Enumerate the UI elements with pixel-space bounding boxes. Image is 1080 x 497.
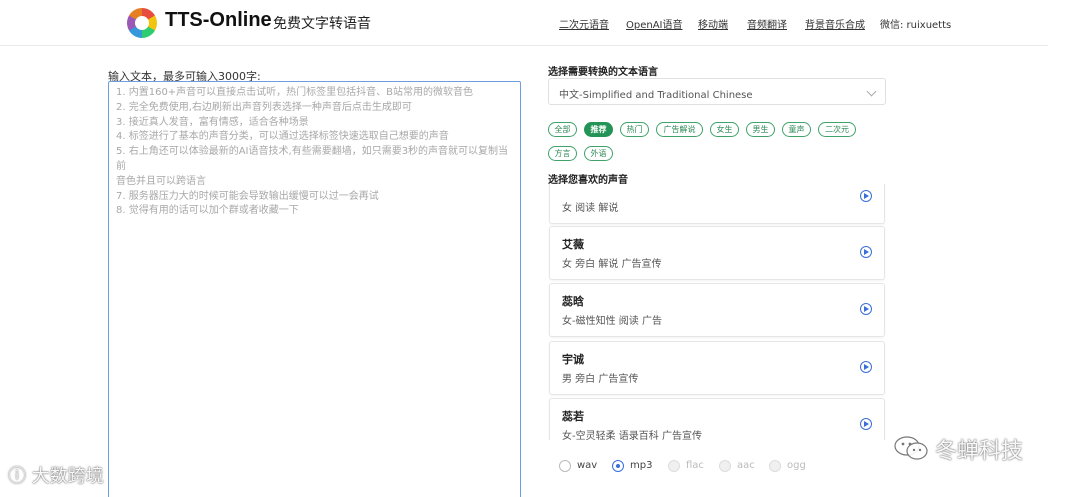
voice-name: 宇诚 xyxy=(562,353,584,366)
nav-mobile[interactable]: 移动端 xyxy=(698,16,728,31)
play-icon[interactable] xyxy=(860,361,872,373)
format-mp3-radio[interactable] xyxy=(612,460,624,472)
language-select[interactable]: 中文-Simplified and Traditional Chinese xyxy=(548,78,886,105)
tag-dialect[interactable]: 方言 xyxy=(548,146,577,161)
language-selected-value: 中文-Simplified and Traditional Chinese xyxy=(559,90,753,101)
placeholder-line: 2. 完全免费使用,右边刷新出声音列表选择一种声音后点击生成即可 xyxy=(116,101,412,113)
voice-name: 蕊若 xyxy=(562,410,584,423)
voice-card[interactable]: 宇诚 男 旁白 广告宣传 xyxy=(549,341,885,395)
voice-desc: 男 旁白 广告宣传 xyxy=(562,374,639,385)
wechat-icon xyxy=(894,436,928,460)
placeholder-line: 音色并且可以跨语言 xyxy=(116,175,206,187)
wechat-contact: 微信: ruixuetts xyxy=(880,20,952,31)
placeholder-line: 1. 内置160+声音可以直接点击试听，热门标签里包括抖音、B站常用的微软音色 xyxy=(116,87,474,98)
format-mp3-label[interactable]: mp3 xyxy=(630,460,652,471)
tag-male[interactable]: 男生 xyxy=(746,122,775,137)
voice-desc: 女-空灵轻柔 语录百科 广告宣传 xyxy=(562,431,702,440)
voice-card[interactable]: 蕊晗 女-磁性知性 阅读 广告 xyxy=(549,283,885,337)
voice-desc: 女 阅读 解说 xyxy=(562,203,619,214)
watermark-left: ⓘ 大数跨境 xyxy=(8,462,104,488)
nav-openai-voice[interactable]: OpenAI语音 xyxy=(626,16,683,31)
text-input-area[interactable]: 1. 内置160+声音可以直接点击试听，热门标签里包括抖音、B站常用的微软音色 … xyxy=(108,81,521,497)
play-icon[interactable] xyxy=(860,190,872,202)
watermark-left-icon: ⓘ xyxy=(8,466,26,487)
tag-female[interactable]: 女生 xyxy=(710,122,739,137)
nav-bgm-synthesis[interactable]: 背景音乐合成 xyxy=(805,16,865,31)
watermark-left-text: 大数跨境 xyxy=(31,466,104,487)
placeholder-line: 8. 觉得有用的话可以加个群或者收藏一下 xyxy=(116,205,299,217)
placeholder-line: 4. 标签进行了基本的声音分类，可以通过选择标签快速选取自己想要的声音 xyxy=(116,131,449,143)
voice-card[interactable]: 女 阅读 解说 xyxy=(549,184,885,224)
tag-all[interactable]: 全部 xyxy=(548,122,577,137)
voice-desc: 女 旁白 解说 广告宣传 xyxy=(562,259,662,270)
format-flac-label: flac xyxy=(686,460,704,471)
voice-list[interactable]: 女 阅读 解说 艾薇 女 旁白 解说 广告宣传 蕊晗 女-磁性知性 阅读 广告 … xyxy=(548,184,886,440)
placeholder-line: 7. 服务器压力大的时候可能会导致输出缓慢可以过一会再试 xyxy=(116,190,379,202)
play-icon[interactable] xyxy=(860,246,872,258)
top-header: TTS-Online 免费文字转语音 二次元语音 OpenAI语音 移动端 音频… xyxy=(0,0,1080,46)
chevron-down-icon xyxy=(866,86,877,97)
placeholder-line: 5. 右上角还可以体验最新的AI语音技术,有些需要翻墙，如只需要3秒的声音就可以… xyxy=(116,146,509,172)
tag-child[interactable]: 童声 xyxy=(782,122,811,137)
brand-subtitle: 免费文字转语音 xyxy=(273,16,371,32)
page-right-edge xyxy=(1048,0,1080,497)
nav-audio-translate[interactable]: 音频翻译 xyxy=(747,16,787,31)
format-wav-radio[interactable] xyxy=(559,460,571,472)
format-flac-radio[interactable] xyxy=(668,460,680,472)
format-aac-radio[interactable] xyxy=(719,460,731,472)
voice-card[interactable]: 艾薇 女 旁白 解说 广告宣传 xyxy=(549,226,885,280)
voice-card[interactable]: 蕊若 女-空灵轻柔 语录百科 广告宣传 xyxy=(549,398,885,440)
tag-anime[interactable]: 二次元 xyxy=(818,122,856,137)
voice-desc: 女-磁性知性 阅读 广告 xyxy=(562,316,662,327)
voice-name: 蕊晗 xyxy=(562,295,584,308)
format-ogg-label: ogg xyxy=(787,460,806,471)
format-aac-label: aac xyxy=(737,460,755,471)
logo-icon[interactable] xyxy=(127,8,157,38)
nav-anime-voice[interactable]: 二次元语音 xyxy=(559,16,609,31)
watermark-right-text: 冬蝉科技 xyxy=(935,439,1024,464)
voice-name: 艾薇 xyxy=(562,238,584,251)
tag-foreign[interactable]: 外语 xyxy=(584,146,613,161)
play-icon[interactable] xyxy=(860,418,872,430)
language-section-title: 选择需要转换的文本语言 xyxy=(548,67,658,78)
format-ogg-radio[interactable] xyxy=(769,460,781,472)
format-wav-label[interactable]: wav xyxy=(577,460,597,471)
play-icon[interactable] xyxy=(860,303,872,315)
tag-popular[interactable]: 热门 xyxy=(620,122,649,137)
tag-recommended[interactable]: 推荐 xyxy=(584,122,613,137)
brand-title[interactable]: TTS-Online xyxy=(165,9,272,32)
tag-ad-narration[interactable]: 广告解说 xyxy=(656,122,703,137)
placeholder-line: 3. 接近真人发音，富有情感，适合各种场景 xyxy=(116,116,309,128)
